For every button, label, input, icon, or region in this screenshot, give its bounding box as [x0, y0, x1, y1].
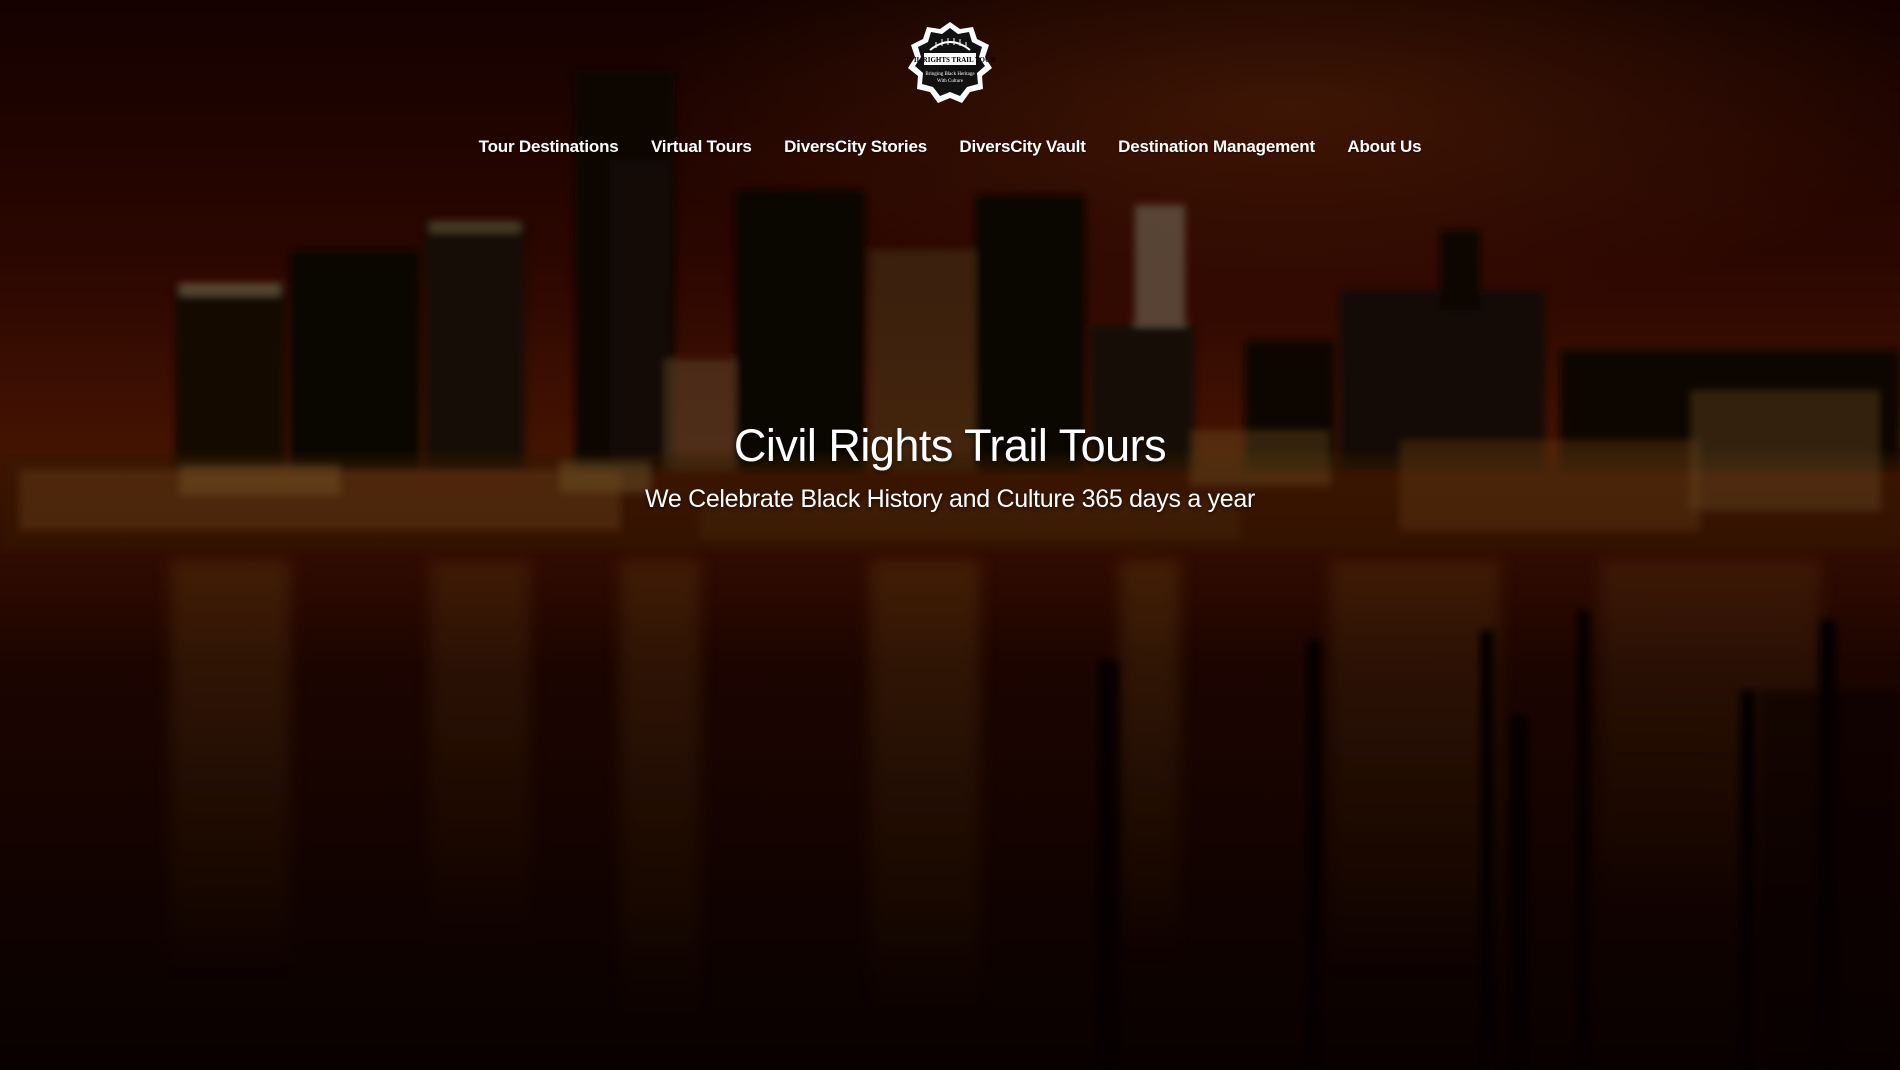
nav-diverscity-stories[interactable]: DiversCity Stories: [784, 137, 927, 157]
nav-destination-management[interactable]: Destination Management: [1118, 137, 1315, 157]
svg-text:Bringing Black Heritage: Bringing Black Heritage: [925, 72, 975, 77]
nav-tour-destinations[interactable]: Tour Destinations: [479, 137, 619, 157]
svg-text:With Culture: With Culture: [937, 79, 964, 84]
nav-virtual-tours[interactable]: Virtual Tours: [651, 137, 752, 157]
site-logo[interactable]: CIVIL RIGHTS TRAIL TOURS Bringing Black …: [901, 20, 999, 106]
badge-logo-icon: CIVIL RIGHTS TRAIL TOURS Bringing Black …: [901, 22, 999, 103]
logo-text: CIVIL RIGHTS TRAIL TOURS: [904, 56, 996, 64]
nav-about-us[interactable]: About Us: [1347, 137, 1421, 157]
hero-title: Civil Rights Trail Tours: [733, 420, 1167, 471]
nav-diverscity-vault[interactable]: DiversCity Vault: [959, 137, 1085, 157]
hero-subtitle: We Celebrate Black History and Culture 3…: [644, 485, 1256, 513]
site-header: CIVIL RIGHTS TRAIL TOURS Bringing Black …: [0, 0, 1900, 190]
main-navigation: Tour Destinations Virtual Tours DiversCi…: [0, 137, 1900, 157]
hero-section: Civil Rights Trail Tours We Celebrate Bl…: [0, 418, 1900, 516]
page: CIVIL RIGHTS TRAIL TOURS Bringing Black …: [0, 0, 1900, 1070]
